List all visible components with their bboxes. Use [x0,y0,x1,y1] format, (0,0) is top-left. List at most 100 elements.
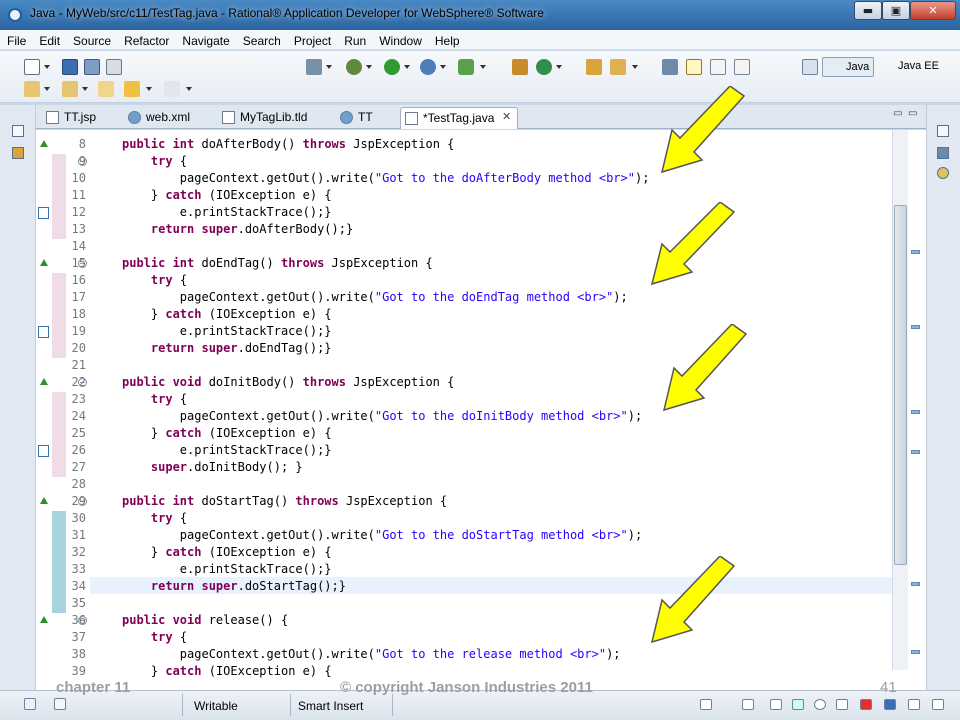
new-class-dropdown-icon[interactable] [556,65,562,69]
task-icon[interactable] [54,698,66,710]
code-line[interactable]: } catch (IOException e) { [122,307,332,321]
menu-project[interactable]: Project [287,31,337,48]
code-line[interactable]: } catch (IOException e) { [122,188,332,202]
override-marker-icon[interactable] [40,497,48,504]
external-tools-icon[interactable] [420,59,436,75]
monitor-icon[interactable] [884,699,896,710]
new-class-icon[interactable] [536,59,552,75]
new-java-project-icon[interactable] [512,59,528,75]
code-line[interactable]: super.doInitBody(); } [122,460,303,474]
at-sign-icon[interactable] [814,699,826,710]
fold-collapse-icon[interactable]: − [78,157,87,166]
tab-web-xml[interactable]: web.xml [124,107,216,129]
status-icon-2[interactable] [742,699,754,710]
server-dropdown-icon[interactable] [326,65,332,69]
status-icon-5[interactable] [836,699,848,710]
code-line[interactable]: pageContext.getOut().write("Got to the d… [122,528,642,542]
last-edit-icon[interactable] [98,81,114,97]
menu-source[interactable]: Source [66,31,117,48]
menu-window[interactable]: Window [372,31,428,48]
menu-file[interactable]: File [0,31,32,48]
fold-collapse-icon[interactable]: − [78,497,87,506]
menu-search[interactable]: Search [236,31,287,48]
status-icon-7[interactable] [908,699,920,710]
code-line[interactable]: e.printStackTrace();} [122,205,332,219]
editor-minimize-icon[interactable]: ▭ [893,108,902,119]
code-line[interactable]: } catch (IOException e) { [122,426,332,440]
outline-icon[interactable] [937,147,949,159]
code-line[interactable]: e.printStackTrace();} [122,443,332,457]
forward-dropdown-icon[interactable] [186,87,192,91]
status-icon-1[interactable] [700,699,712,710]
overview-marker[interactable] [911,650,920,654]
coverage-icon[interactable] [458,59,474,75]
open-type-icon[interactable] [586,59,602,75]
code-line[interactable]: } catch (IOException e) { [122,664,332,678]
code-line[interactable]: pageContext.getOut().write("Got to the d… [122,290,628,304]
override-marker-icon[interactable] [40,140,48,147]
status-icon-8[interactable] [932,699,944,710]
run-icon[interactable] [384,59,400,75]
tab-close-icon[interactable]: ✕ [502,110,511,123]
tab-tt[interactable]: TT [336,107,398,129]
close-button[interactable]: ✕ [910,1,956,20]
external-tools-dropdown-icon[interactable] [440,65,446,69]
code-line[interactable]: try { [122,273,187,287]
tab-mytaglib-tld[interactable]: MyTagLib.tld [218,107,334,129]
code-line[interactable]: try { [122,154,187,168]
code-line[interactable]: pageContext.getOut().write("Got to the d… [122,409,642,423]
perspective-javaee-button[interactable]: Java EE [880,60,939,72]
back-dropdown-icon[interactable] [146,87,152,91]
forward-icon[interactable] [164,81,180,97]
code-area[interactable]: public int doAfterBody() throws JspExcep… [90,130,908,690]
code-line[interactable]: return super.doEndTag();} [122,341,332,355]
editor-maximize-icon[interactable]: ▭ [908,108,917,119]
show-whitespace-icon[interactable] [734,59,750,75]
override-marker-icon[interactable] [40,259,48,266]
status-icon-3[interactable] [770,699,782,710]
fast-view-icon[interactable] [24,698,36,710]
debug-dropdown-icon[interactable] [366,65,372,69]
back-icon[interactable] [124,81,140,97]
code-line[interactable]: try { [122,511,187,525]
palette-icon[interactable] [937,167,949,179]
menu-refactor[interactable]: Refactor [117,31,175,48]
fold-collapse-icon[interactable]: − [78,259,87,268]
menu-navigate[interactable]: Navigate [175,31,235,48]
minimize-button[interactable]: ▬ [854,1,882,20]
toggle-breadcrumb-icon[interactable] [662,59,678,75]
package-explorer-icon[interactable] [12,147,24,159]
search-icon[interactable] [610,59,626,75]
override-marker-icon[interactable] [40,378,48,385]
debug-icon[interactable] [346,59,362,75]
task-checkbox-icon[interactable] [38,207,49,219]
coverage-dropdown-icon[interactable] [480,65,486,69]
menu-help[interactable]: Help [428,31,466,48]
block-selection-icon[interactable] [710,59,726,75]
code-line[interactable]: e.printStackTrace();} [122,324,332,338]
code-line[interactable]: pageContext.getOut().write("Got to the d… [122,171,650,185]
code-line[interactable]: public int doStartTag() throws JspExcept… [122,494,447,508]
mark-occurrences-icon[interactable] [686,59,702,75]
menu-run[interactable]: Run [337,31,372,48]
code-line[interactable]: public int doEndTag() throws JspExceptio… [122,256,433,270]
new-dropdown-icon[interactable] [44,65,50,69]
override-marker-icon[interactable] [40,616,48,623]
status-icon-6[interactable] [860,699,872,710]
code-line[interactable]: pageContext.getOut().write("Got to the r… [122,647,621,661]
task-checkbox-icon[interactable] [38,445,49,457]
restore-right-icon[interactable] [937,125,949,137]
tab-testtag-java[interactable]: *TestTag.java [400,107,518,129]
overview-marker[interactable] [911,410,920,414]
menu-edit[interactable]: Edit [32,31,66,48]
previous-annotation-icon[interactable] [62,81,78,97]
code-line[interactable]: public void doInitBody() throws JspExcep… [122,375,454,389]
print-icon[interactable] [106,59,122,75]
restore-icon[interactable] [12,125,24,137]
open-perspective-icon[interactable] [802,59,818,75]
code-line[interactable]: return super.doStartTag();} [122,579,346,593]
server-icon[interactable] [306,59,322,75]
code-line[interactable]: return super.doAfterBody();} [122,222,353,236]
next-annotation-dropdown-icon[interactable] [44,87,50,91]
code-line[interactable]: try { [122,392,187,406]
